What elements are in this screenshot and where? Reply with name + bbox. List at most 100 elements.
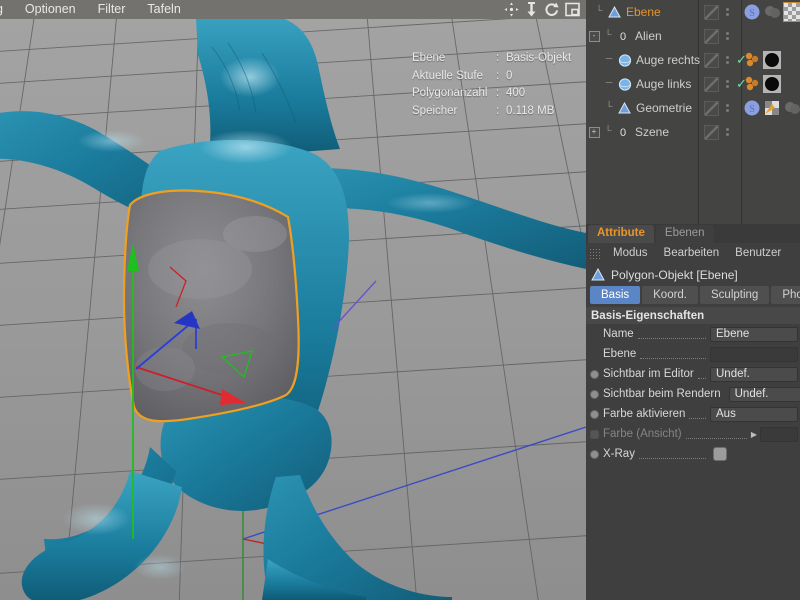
tree-line: └ xyxy=(604,30,612,42)
farbe-ansicht-swatch[interactable] xyxy=(760,426,798,442)
viewport-3d[interactable]: Ebene : Basis-Objekt Aktuelle Stufe : 0 … xyxy=(0,19,586,600)
property-bullet[interactable] xyxy=(590,389,599,399)
object-manager[interactable]: └ Ebene S - └ 0 Alien ─ Auge rechts ✓ ─ … xyxy=(586,0,800,224)
visibility-dots[interactable] xyxy=(726,104,729,112)
faded-sphere-icon[interactable] xyxy=(783,99,800,117)
farbe-aktivieren-dropdown[interactable]: Aus xyxy=(710,406,798,422)
expander-toggle[interactable]: - xyxy=(587,30,601,42)
material-blue-icon[interactable]: S xyxy=(743,99,761,117)
tab-ebenen[interactable]: Ebenen xyxy=(655,225,714,243)
visibility-toggle[interactable] xyxy=(704,124,719,140)
tree-line: └ xyxy=(595,6,603,18)
sichtbar-rendern-dropdown[interactable]: Undef. xyxy=(728,386,800,402)
polygon-object-icon xyxy=(591,268,605,281)
material-blue-icon[interactable]: S xyxy=(743,3,761,21)
object-name: Ebene xyxy=(626,5,661,19)
subtab-basis[interactable]: Basis xyxy=(590,286,641,304)
visibility-dots[interactable] xyxy=(726,128,729,136)
leader-dots xyxy=(697,377,706,379)
name-field[interactable]: Ebene xyxy=(710,326,798,342)
hud-separator: : xyxy=(496,69,500,82)
tool-icon-group xyxy=(504,1,580,18)
object-row-geometrie[interactable]: └ Geometrie S xyxy=(586,96,800,120)
property-label: Sichtbar beim Rendern xyxy=(603,388,721,400)
app-window: ng Optionen Filter Tafeln xyxy=(0,0,800,600)
attribute-menu-bar: Modus Bearbeiten Benutzer xyxy=(586,243,800,263)
visibility-toggle[interactable] xyxy=(704,28,719,44)
move-tool-icon[interactable] xyxy=(504,2,519,17)
attr-menu-modus[interactable]: Modus xyxy=(605,247,656,259)
sculpt-tag-icon[interactable] xyxy=(763,99,781,117)
panel-grip-icon[interactable] xyxy=(589,247,601,259)
visibility-toggle[interactable] xyxy=(704,76,719,92)
object-tags: S xyxy=(743,96,800,120)
hud-key: Polygonanzahl xyxy=(412,87,488,99)
visibility-dots[interactable] xyxy=(726,80,729,88)
null-object-icon: 0 xyxy=(615,125,632,140)
tree-line: └ xyxy=(604,126,612,138)
object-row-szene[interactable]: + └ 0 Szene xyxy=(586,120,800,144)
tree-line: └ xyxy=(605,102,613,114)
property-bullet[interactable] xyxy=(590,449,599,459)
visibility-dots[interactable] xyxy=(726,56,729,64)
attr-menu-benutzer[interactable]: Benutzer xyxy=(727,247,789,259)
object-row-controls xyxy=(700,24,729,48)
leader-dots xyxy=(638,457,706,459)
tree-line: ─ xyxy=(605,78,613,90)
hud-key: Speicher xyxy=(412,104,458,117)
property-row-farbe-ansicht: Farbe (Ansicht) ▶ xyxy=(586,424,800,444)
object-tags xyxy=(743,48,781,72)
x-ray-checkbox[interactable] xyxy=(713,447,727,461)
tab-attribute[interactable]: Attribute xyxy=(588,225,654,243)
material-black-icon[interactable] xyxy=(763,75,781,93)
object-tags: S xyxy=(743,0,800,24)
menu-item-filter[interactable]: Filter xyxy=(87,0,137,19)
render-view-icon[interactable] xyxy=(565,2,580,17)
faded-sphere-icon[interactable] xyxy=(763,3,781,21)
property-bullet[interactable] xyxy=(590,369,599,379)
attr-menu-bearbeiten[interactable]: Bearbeiten xyxy=(656,247,728,259)
property-row-ebene: Ebene xyxy=(586,344,800,364)
chevron-right-icon[interactable]: ▶ xyxy=(751,430,757,439)
subtab-phong[interactable]: Phong xyxy=(771,286,800,304)
expander-toggle[interactable]: + xyxy=(587,126,601,138)
leader-dots xyxy=(689,417,706,419)
visibility-dots[interactable] xyxy=(726,8,729,16)
visibility-toggle[interactable] xyxy=(704,4,719,20)
object-row-auge-rechts[interactable]: ─ Auge rechts ✓ xyxy=(586,48,800,72)
subtab-koord[interactable]: Koord. xyxy=(642,286,699,304)
tree-line: ─ xyxy=(605,54,613,66)
hud-value: 0.118 MB xyxy=(506,104,555,117)
visibility-toggle[interactable] xyxy=(704,100,719,116)
menu-item-clipped[interactable]: ng xyxy=(0,0,14,19)
object-row-alien[interactable]: - └ 0 Alien xyxy=(586,24,800,48)
object-row-ebene[interactable]: └ Ebene S xyxy=(586,0,800,24)
hud-separator: : xyxy=(496,87,500,99)
subtab-sculpting[interactable]: Sculpting xyxy=(700,286,770,304)
property-bullet[interactable] xyxy=(590,409,599,419)
checker-uv-icon[interactable] xyxy=(783,2,800,22)
menu-item-tafeln[interactable]: Tafeln xyxy=(136,0,191,19)
object-row-controls: ✓ xyxy=(700,72,747,96)
visibility-dots[interactable] xyxy=(726,32,729,40)
svg-text:S: S xyxy=(749,8,755,19)
checkbox-slot xyxy=(710,447,798,461)
sichtbar-editor-dropdown[interactable]: Undef. xyxy=(710,366,798,382)
ebene-field[interactable] xyxy=(710,346,798,362)
right-dock: └ Ebene S - └ 0 Alien ─ Auge rechts ✓ ─ … xyxy=(586,0,800,600)
object-name: Szene xyxy=(635,125,670,139)
property-row-farbe-aktivieren: Farbe aktivieren Aus xyxy=(586,404,800,424)
polygon-object-icon xyxy=(606,5,623,20)
leader-dots xyxy=(640,357,706,359)
material-black-icon[interactable] xyxy=(763,51,781,69)
tag-dots-icon[interactable] xyxy=(743,75,761,93)
hud-row-speicher: Speicher : 0.118 MB xyxy=(412,103,571,121)
menu-item-optionen[interactable]: Optionen xyxy=(14,0,87,19)
hud-key: Aktuelle Stufe xyxy=(412,69,483,82)
object-row-auge-links[interactable]: ─ Auge links ✓ xyxy=(586,72,800,96)
rotate-tool-icon[interactable] xyxy=(544,2,559,17)
visibility-toggle[interactable] xyxy=(704,52,719,68)
sphere-object-icon xyxy=(616,77,633,92)
scale-tool-icon[interactable] xyxy=(525,2,538,17)
tag-dots-icon[interactable] xyxy=(743,51,761,69)
